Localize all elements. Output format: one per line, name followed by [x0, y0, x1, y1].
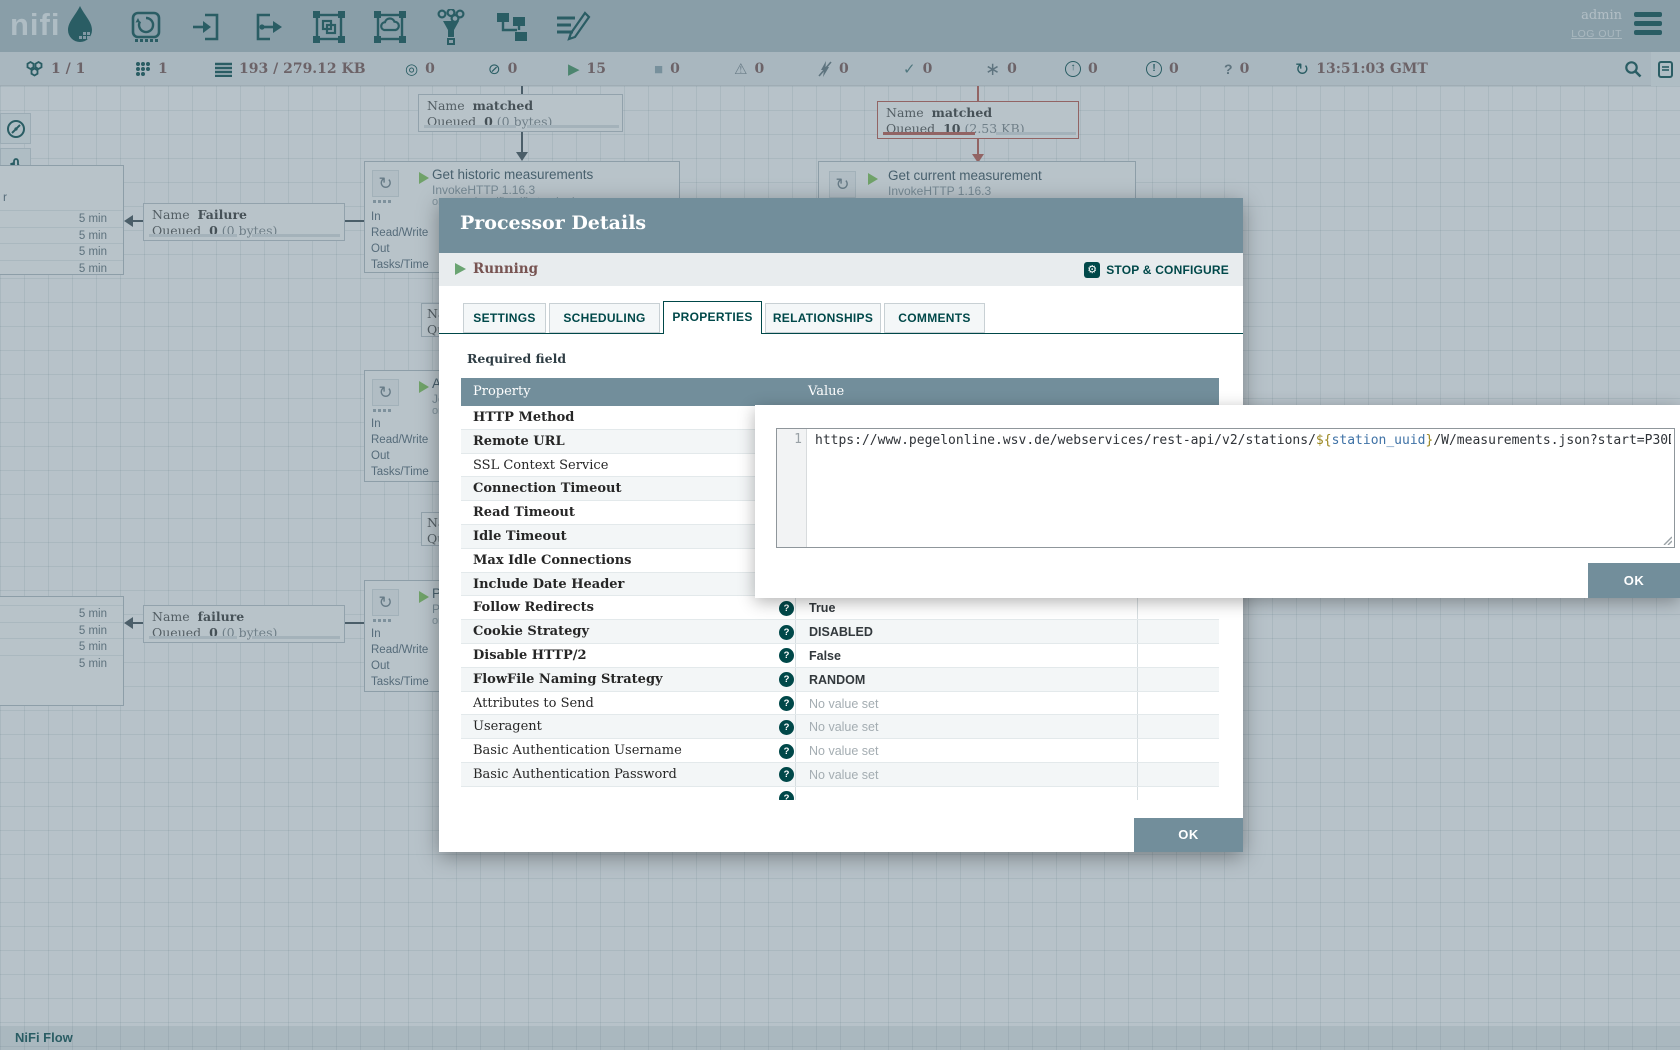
property-name: Attributes to Send — [473, 696, 594, 711]
property-value-cell[interactable]: DISABLED — [795, 620, 1137, 643]
property-name: Idle Timeout — [473, 529, 567, 544]
nifi-app: r 5 min 5 min 5 min 5 min 5 min 5 min 5 … — [0, 0, 1680, 1050]
property-value-cell[interactable]: False — [795, 644, 1137, 667]
property-row[interactable]: Cookie Strategy? DISABLED — [461, 620, 1219, 644]
property-value: No value set — [809, 697, 878, 711]
property-value: No value set — [809, 720, 878, 734]
property-help-icon[interactable]: ? — [779, 744, 794, 759]
property-value: True — [809, 601, 835, 615]
property-help-icon[interactable]: ? — [779, 625, 794, 640]
property-row[interactable]: FlowFile Naming Strategy? RANDOM — [461, 668, 1219, 692]
row-extra-cell — [1137, 739, 1219, 762]
property-row[interactable]: Disable HTTP/2? False — [461, 644, 1219, 668]
property-name: Max Idle Connections — [473, 553, 632, 568]
tab-settings[interactable]: SETTINGS — [463, 303, 546, 333]
property-row[interactable]: ? — [461, 787, 1219, 800]
editor-gutter: 1 — [777, 429, 807, 547]
line-number: 1 — [794, 432, 802, 447]
property-help-icon[interactable]: ? — [779, 696, 794, 711]
el-open: ${ — [1316, 433, 1332, 448]
row-extra-cell — [1137, 620, 1219, 643]
dialog-ok-button[interactable]: OK — [1134, 818, 1243, 852]
property-value: No value set — [809, 744, 878, 758]
dialog-title: Processor Details — [460, 212, 646, 234]
property-value-cell[interactable]: No value set — [795, 763, 1137, 786]
property-help-icon[interactable]: ? — [779, 720, 794, 735]
stop-and-configure-button[interactable]: ⚙ STOP & CONFIGURE — [1084, 260, 1229, 280]
property-row[interactable]: Useragent? No value set — [461, 715, 1219, 739]
url-text: /W/measurements.json?start=P30D — [1433, 433, 1671, 448]
row-extra-cell — [1137, 692, 1219, 715]
property-name: Basic Authentication Password — [473, 767, 677, 782]
property-table-header: Property Value — [461, 378, 1219, 406]
property-name: Include Date Header — [473, 577, 624, 592]
property-row[interactable]: Attributes to Send? No value set — [461, 692, 1219, 716]
property-name: HTTP Method — [473, 410, 574, 425]
resize-handle-icon[interactable] — [1662, 535, 1672, 545]
dialog-status-row: Running ⚙ STOP & CONFIGURE — [439, 253, 1243, 286]
running-status-label: Running — [473, 261, 538, 277]
column-header-property: Property — [473, 384, 531, 399]
property-value-cell[interactable] — [795, 787, 1137, 800]
property-value: False — [809, 649, 841, 663]
running-status-icon — [455, 263, 466, 275]
dialog-header: Processor Details — [439, 198, 1243, 253]
property-name: Follow Redirects — [473, 600, 594, 615]
property-name: Read Timeout — [473, 505, 575, 520]
row-extra-cell — [1137, 668, 1219, 691]
property-value-cell[interactable]: No value set — [795, 715, 1137, 738]
row-extra-cell — [1137, 787, 1219, 800]
value-editor-textarea[interactable]: 1 https://www.pegelonline.wsv.de/webserv… — [776, 428, 1675, 548]
property-name: SSL Context Service — [473, 458, 608, 473]
tab-underline — [439, 333, 1243, 334]
property-value: No value set — [809, 768, 878, 782]
property-row[interactable]: Basic Authentication Password? No value s… — [461, 763, 1219, 787]
tab-comments[interactable]: COMMENTS — [884, 303, 985, 333]
property-help-icon[interactable]: ? — [779, 601, 794, 616]
property-value-cell[interactable]: No value set — [795, 692, 1137, 715]
column-header-value: Value — [808, 384, 844, 399]
property-name: Connection Timeout — [473, 481, 621, 496]
property-help-icon[interactable]: ? — [779, 672, 794, 687]
property-value: RANDOM — [809, 673, 865, 687]
editor-code-line[interactable]: https://www.pegelonline.wsv.de/webservic… — [815, 433, 1671, 448]
property-row[interactable]: Follow Redirects? True — [461, 596, 1219, 620]
property-name: Remote URL — [473, 434, 565, 449]
property-row[interactable]: Basic Authentication Username? No value s… — [461, 739, 1219, 763]
property-name: Cookie Strategy — [473, 624, 589, 639]
property-help-icon[interactable]: ? — [779, 791, 794, 800]
editor-ok-button[interactable]: OK — [1588, 563, 1680, 598]
row-extra-cell — [1137, 644, 1219, 667]
el-variable: station_uuid — [1332, 433, 1426, 448]
tab-relationships[interactable]: RELATIONSHIPS — [765, 303, 881, 333]
row-extra-cell — [1137, 715, 1219, 738]
property-help-icon[interactable]: ? — [779, 648, 794, 663]
url-text: https://www.pegelonline.wsv.de/webservic… — [815, 433, 1316, 448]
row-extra-cell — [1137, 596, 1219, 619]
value-editor-popup: 1 https://www.pegelonline.wsv.de/webserv… — [755, 405, 1680, 598]
property-help-icon[interactable]: ? — [779, 767, 794, 782]
gear-icon: ⚙ — [1084, 262, 1100, 278]
property-value-cell[interactable]: No value set — [795, 739, 1137, 762]
tab-scheduling[interactable]: SCHEDULING — [549, 303, 660, 333]
property-name: Disable HTTP/2 — [473, 648, 587, 663]
tab-properties[interactable]: PROPERTIES — [663, 301, 762, 334]
property-name: FlowFile Naming Strategy — [473, 672, 663, 687]
property-value-cell[interactable]: RANDOM — [795, 668, 1137, 691]
property-name: Useragent — [473, 719, 542, 734]
property-name: Basic Authentication Username — [473, 743, 682, 758]
property-value: DISABLED — [809, 625, 873, 639]
row-extra-cell — [1137, 763, 1219, 786]
required-field-note: Required field — [467, 351, 566, 366]
property-value-cell[interactable]: True — [795, 596, 1137, 619]
